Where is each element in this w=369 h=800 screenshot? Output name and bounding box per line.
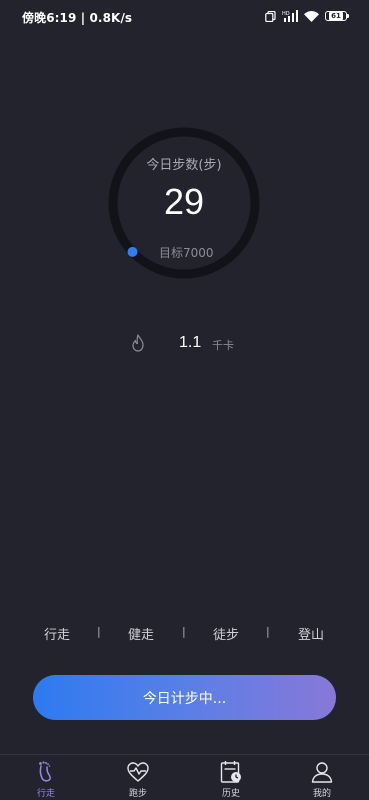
battery-icon: 61 (325, 11, 349, 21)
step-progress-ring: 今日步数(步) 29 目标7000 (107, 126, 261, 280)
battery-level: 61 (329, 12, 343, 20)
nav-item-run[interactable]: 跑步 (108, 758, 168, 800)
dual-sim-icon (265, 10, 276, 22)
user-icon (311, 762, 333, 783)
footprint-icon (39, 761, 51, 782)
calories-row: 1.1 千卡 (130, 334, 270, 354)
wifi-icon (304, 10, 319, 22)
history-calendar-icon (220, 761, 241, 783)
nav-label-run: 跑步 (128, 789, 147, 799)
step-tracking-button[interactable]: 今日计步中... (33, 675, 336, 720)
nav-label-walk: 行走 (36, 789, 55, 799)
flame-icon (132, 334, 144, 352)
steps-goal: 目标7000 (159, 246, 214, 260)
mode-separator: | (182, 625, 186, 638)
progress-dot (127, 246, 138, 257)
mode-tab-walk[interactable]: 行走 (44, 624, 70, 643)
nav-item-profile[interactable]: 我的 (292, 758, 352, 800)
calories-value: 1.1 (179, 334, 202, 351)
status-time-speed: 傍晚6:19 | 0.8K/s (22, 11, 133, 25)
steps-count: 29 (163, 181, 205, 222)
bottom-nav: 行走 跑步 历史 我的 (0, 754, 369, 800)
step-tracking-label: 今日计步中... (142, 690, 227, 707)
mode-tab-hike[interactable]: 徒步 (213, 624, 239, 643)
nav-label-history: 历史 (221, 789, 240, 799)
calories-unit: 千卡 (212, 339, 234, 352)
hd-signal-icon: HD (282, 10, 298, 22)
nav-item-walk[interactable]: 行走 (16, 758, 76, 800)
status-bar: 傍晚6:19 | 0.8K/s HD 61 (0, 0, 369, 34)
heart-pulse-icon (127, 762, 149, 782)
mode-tab-climb[interactable]: 登山 (298, 624, 324, 643)
nav-label-profile: 我的 (312, 789, 331, 799)
mode-separator: | (266, 625, 270, 638)
mode-tab-brisk-walk[interactable]: 健走 (128, 624, 154, 643)
nav-item-history[interactable]: 历史 (201, 758, 261, 800)
status-icons: HD 61 (265, 9, 349, 23)
mode-separator: | (97, 625, 101, 638)
steps-title: 今日步数(步) (146, 158, 222, 173)
mode-tabs: 行走 | 健走 | 徒步 | 登山 (0, 624, 369, 644)
